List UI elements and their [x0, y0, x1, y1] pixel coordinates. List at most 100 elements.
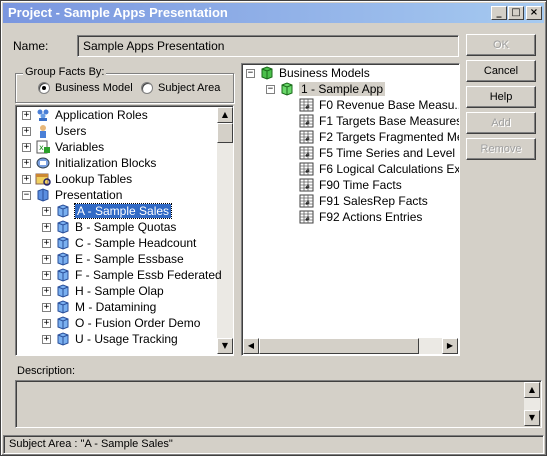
subject-area-radio-label[interactable]: Subject Area	[158, 82, 220, 94]
tree-item[interactable]: # F6 Logical Calculations Exam	[286, 161, 460, 177]
add-button[interactable]: Add	[466, 112, 536, 134]
expand-icon[interactable]: +	[22, 126, 31, 136]
tree-item[interactable]: + H - Sample Olap	[42, 283, 164, 299]
name-value: Sample Apps Presentation	[83, 39, 225, 53]
scroll-right-arrow-icon[interactable]: ▶	[442, 338, 458, 354]
subject-area-icon	[55, 204, 71, 218]
description-vscrollbar[interactable]: ▲ ▼	[524, 382, 540, 426]
name-input[interactable]: Sample Apps Presentation	[77, 35, 459, 57]
tree-item[interactable]: + Application Roles	[22, 107, 148, 123]
tree-item-label: H - Sample Olap	[75, 284, 164, 298]
tree-item-label: 1 - Sample App	[299, 82, 386, 96]
description-label: Description:	[17, 365, 76, 377]
expand-icon[interactable]: +	[42, 302, 51, 312]
presentation-icon	[35, 188, 51, 202]
subject-area-radio[interactable]	[141, 82, 153, 94]
scroll-up-arrow-icon[interactable]: ▲	[217, 107, 233, 123]
tree-item[interactable]: # F1 Targets Base Measures	[286, 113, 460, 129]
svg-text:#: #	[305, 216, 310, 223]
tree-item[interactable]: + C - Sample Headcount	[42, 235, 196, 251]
collapse-icon[interactable]: −	[246, 68, 255, 78]
expand-icon[interactable]: +	[42, 238, 51, 248]
subject-area-icon	[55, 316, 71, 330]
help-button[interactable]: Help	[466, 86, 536, 108]
tree-item[interactable]: + U - Usage Tracking	[42, 331, 178, 347]
tree-item[interactable]: # F90 Time Facts	[286, 177, 402, 193]
close-button[interactable]: ×	[526, 6, 542, 20]
tree-item[interactable]: + A - Sample Sales	[42, 203, 173, 219]
tree-item-label: Lookup Tables	[55, 172, 133, 186]
expand-icon[interactable]: +	[42, 334, 51, 344]
expand-icon[interactable]: +	[22, 142, 31, 152]
tree-item[interactable]: + Lookup Tables	[22, 171, 132, 187]
presentation-tree[interactable]: ▲ ▼ + Application Roles + Users + x Variables +…	[15, 105, 234, 356]
expand-icon[interactable]: +	[22, 174, 31, 184]
maximize-button[interactable]: □	[508, 6, 524, 20]
subject-area-icon	[55, 332, 71, 346]
user-icon	[35, 124, 51, 138]
tree-item[interactable]: + E - Sample Essbase	[42, 251, 184, 267]
project-dialog: Project - Sample Apps Presentation _ □ ×…	[0, 0, 547, 456]
tree-item[interactable]: − 1 - Sample App	[266, 81, 386, 97]
expand-icon[interactable]: +	[42, 206, 51, 216]
business-model-radio[interactable]	[38, 82, 50, 94]
expand-icon[interactable]: +	[22, 158, 31, 168]
tree-item-label: F90 Time Facts	[319, 178, 402, 192]
tree-item-label: A - Sample Sales	[73, 203, 173, 219]
right-tree-hscrollbar[interactable]: ◀ ▶	[243, 338, 458, 354]
business-model-tree[interactable]: ◀ ▶ − Business Models −1 - Sample App # F0 R…	[241, 63, 460, 356]
collapse-icon[interactable]: −	[22, 190, 31, 200]
tree-item[interactable]: − Business Models	[246, 65, 370, 81]
tree-item[interactable]: # F91 SalesRep Facts	[286, 193, 428, 209]
left-tree-scroll-thumb[interactable]	[217, 123, 233, 143]
scroll-down-arrow-icon[interactable]: ▼	[524, 410, 540, 426]
expand-icon[interactable]: +	[42, 286, 51, 296]
left-tree-vscrollbar[interactable]: ▲ ▼	[217, 107, 233, 354]
tree-item[interactable]: + O - Fusion Order Demo	[42, 315, 200, 331]
collapse-icon[interactable]: −	[266, 84, 275, 94]
business-model-icon	[279, 82, 295, 96]
tree-item[interactable]: # F92 Actions Entries	[286, 209, 422, 225]
tree-item[interactable]: + Users	[22, 123, 86, 139]
expand-icon[interactable]: +	[42, 270, 51, 280]
tree-item-label: C - Sample Headcount	[75, 236, 197, 250]
ok-button[interactable]: OK	[466, 34, 536, 56]
name-label: Name:	[13, 39, 49, 53]
scroll-down-arrow-icon[interactable]: ▼	[217, 338, 233, 354]
title-bar[interactable]: Project - Sample Apps Presentation _ □ ×	[3, 3, 544, 23]
tree-item-label: B - Sample Quotas	[75, 220, 177, 234]
fact-table-icon: #	[299, 178, 315, 192]
tree-item[interactable]: − Presentation	[22, 187, 122, 203]
expand-icon[interactable]: +	[42, 254, 51, 264]
radio-selected-dot	[42, 86, 46, 90]
tree-item-label: E - Sample Essbase	[75, 252, 184, 266]
tree-item[interactable]: + M - Datamining	[42, 299, 156, 315]
tree-item-label: F1 Targets Base Measures	[319, 114, 460, 128]
remove-button[interactable]: Remove	[466, 138, 536, 160]
tree-item[interactable]: # F5 Time Series and Level Ba	[286, 145, 459, 161]
expand-icon[interactable]: +	[42, 222, 51, 232]
tree-item[interactable]: # F0 Revenue Base Measu...	[286, 97, 459, 113]
tree-item[interactable]: + x Variables	[22, 139, 104, 155]
scroll-up-arrow-icon[interactable]: ▲	[524, 382, 540, 398]
scroll-left-arrow-icon[interactable]: ◀	[243, 338, 259, 354]
cancel-button[interactable]: Cancel	[466, 60, 536, 82]
business-model-radio-label[interactable]: Business Model	[55, 82, 133, 94]
tree-item[interactable]: # F2 Targets Fragmented Meas	[286, 129, 459, 145]
tree-item[interactable]: + B - Sample Quotas	[42, 219, 176, 235]
expand-icon[interactable]: +	[42, 318, 51, 328]
tree-item-label: Business Models	[279, 66, 370, 80]
svg-text:#: #	[305, 184, 310, 191]
fact-table-icon: #	[299, 194, 315, 208]
tree-item-label: F6 Logical Calculations Exam	[319, 162, 460, 176]
svg-text:#: #	[305, 152, 310, 159]
subject-area-icon	[55, 268, 71, 282]
tree-item[interactable]: + Initialization Blocks	[22, 155, 156, 171]
subject-area-icon	[55, 300, 71, 314]
right-tree-scroll-thumb[interactable]	[259, 338, 419, 354]
tree-item[interactable]: + F - Sample Essb Federated	[42, 267, 222, 283]
tree-item-label: Initialization Blocks	[55, 156, 157, 170]
minimize-button[interactable]: _	[491, 6, 507, 20]
expand-icon[interactable]: +	[22, 110, 31, 120]
description-textarea[interactable]: ▲ ▼	[15, 380, 542, 428]
